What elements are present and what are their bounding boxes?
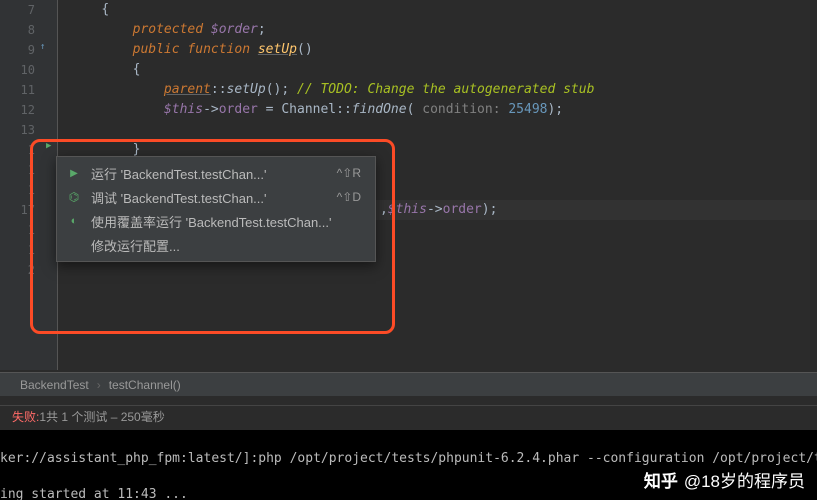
- breadcrumb[interactable]: BackendTest › testChannel(): [0, 372, 817, 396]
- menu-coverage[interactable]: ◐ 使用覆盖率运行 'BackendTest.testChan...': [57, 209, 375, 233]
- keyword: parent: [164, 82, 211, 97]
- arrow-op: ->: [427, 202, 443, 217]
- test-status-bar: 失败: 1共 1 个测试 – 250毫秒: [0, 405, 817, 427]
- menu-label: 修改运行配置...: [91, 236, 361, 255]
- line-number: 11: [0, 80, 57, 100]
- watermark-text: @18岁的程序员: [684, 467, 805, 492]
- line-number: 17: [0, 200, 57, 220]
- punct: ();: [266, 82, 297, 97]
- play-icon: ▶: [65, 168, 83, 179]
- line-number: 2: [0, 260, 57, 280]
- zhihu-logo: 知乎: [644, 467, 678, 492]
- breadcrumb-item[interactable]: BackendTest: [20, 378, 89, 392]
- run-gutter-icon[interactable]: ▶: [46, 141, 51, 151]
- punct: ;: [258, 22, 266, 37]
- line-number: 7: [0, 0, 57, 20]
- console-line: ker://assistant_php_fpm:latest/]:php /op…: [0, 450, 817, 468]
- punct: );: [482, 202, 498, 217]
- fail-label: 失败:: [12, 408, 39, 425]
- gutter: 7 8 9 10 11 12 13 1 1 1 17 1 1 2 ↑ ▶: [0, 0, 58, 370]
- line-number: 10: [0, 60, 57, 80]
- variable: $this: [388, 202, 427, 217]
- line-number: 12: [0, 100, 57, 120]
- function-call: findOne: [352, 102, 407, 117]
- param-hint: condition:: [422, 102, 508, 117]
- menu-shortcut: ^⇧R: [337, 166, 361, 180]
- scope-op: ::: [211, 82, 227, 97]
- line-number: 1: [0, 220, 57, 240]
- keyword: public function: [133, 42, 258, 57]
- menu-run[interactable]: ▶ 运行 'BackendTest.testChan...' ^⇧R: [57, 161, 375, 185]
- number: 25498: [508, 102, 547, 117]
- function-call: setUp: [227, 82, 266, 97]
- class-name: Channel: [281, 102, 336, 117]
- line-number: 1: [0, 240, 57, 260]
- status-text: 1共 1 个测试 – 250毫秒: [39, 408, 164, 425]
- context-menu: ▶ 运行 'BackendTest.testChan...' ^⇧R ⌬ 调试 …: [56, 156, 376, 262]
- arrow-op: ->: [203, 102, 219, 117]
- keyword: protected: [133, 22, 203, 37]
- brace-open: {: [101, 2, 109, 17]
- scope-op: ::: [336, 102, 352, 117]
- brace-close: }: [133, 142, 141, 157]
- menu-label: 使用覆盖率运行 'BackendTest.testChan...': [91, 212, 361, 231]
- menu-label: 运行 'BackendTest.testChan...': [91, 164, 337, 183]
- menu-shortcut: ^⇧D: [337, 190, 361, 204]
- punct: );: [547, 102, 563, 117]
- menu-debug[interactable]: ⌬ 调试 'BackendTest.testChan...' ^⇧D: [57, 185, 375, 209]
- property: order: [443, 202, 482, 217]
- punct: (): [297, 42, 313, 57]
- bug-icon: ⌬: [65, 190, 83, 204]
- line-number: 9: [0, 40, 57, 60]
- breadcrumb-item[interactable]: testChannel(): [109, 378, 181, 392]
- punct: ,: [380, 202, 388, 217]
- brace-open: {: [133, 62, 141, 77]
- override-icon[interactable]: ↑: [40, 42, 45, 52]
- chevron-right-icon: ›: [97, 378, 101, 392]
- menu-edit-config[interactable]: 修改运行配置...: [57, 233, 375, 257]
- punct: (: [407, 102, 423, 117]
- variable: $order: [203, 22, 258, 37]
- line-number: 1: [0, 180, 57, 200]
- watermark: 知乎 @18岁的程序员: [644, 467, 805, 492]
- line-number: 1: [0, 160, 57, 180]
- punct: =: [258, 102, 281, 117]
- line-number: 8: [0, 20, 57, 40]
- todo-comment: // TODO: Change the autogenerated stub: [297, 82, 594, 97]
- shield-icon: ◐: [65, 215, 83, 227]
- menu-label: 调试 'BackendTest.testChan...': [91, 188, 337, 207]
- property: order: [219, 102, 258, 117]
- line-number: 13: [0, 120, 57, 140]
- variable: $this: [164, 102, 203, 117]
- function-name: setUp: [258, 42, 297, 57]
